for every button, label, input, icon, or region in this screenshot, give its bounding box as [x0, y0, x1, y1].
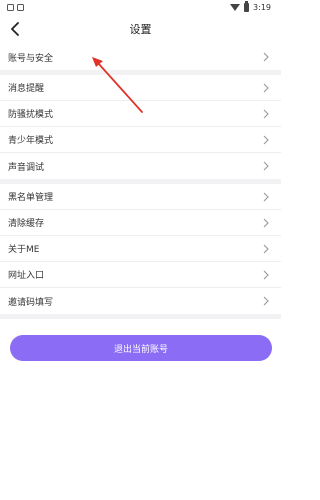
chevron-right-icon: [263, 135, 271, 145]
settings-item-label: 关于ME: [8, 245, 40, 255]
settings-item-blacklist[interactable]: 黑名单管理: [0, 184, 281, 210]
settings-item-label: 邀请码填写: [8, 297, 54, 308]
chevron-right-icon: [263, 52, 271, 62]
notification-square-icon: [17, 3, 24, 11]
chevron-right-icon: [263, 161, 271, 171]
settings-item-account-security[interactable]: 账号与安全: [0, 44, 281, 70]
settings-item-invite-code[interactable]: 邀请码填写: [0, 288, 281, 314]
battery-icon: [244, 1, 250, 12]
settings-item-teen-mode[interactable]: 青少年模式: [0, 127, 281, 153]
chevron-right-icon: [263, 296, 271, 306]
chevron-right-icon: [263, 192, 271, 202]
back-button[interactable]: [6, 18, 24, 40]
notification-icons: [7, 3, 24, 11]
settings-item-label: 账号与安全: [8, 53, 54, 64]
settings-item-label: 网址入口: [8, 271, 45, 281]
chevron-right-icon: [263, 109, 271, 119]
notification-square-icon: [7, 3, 14, 11]
settings-item-url-entry[interactable]: 网址入口: [0, 262, 281, 288]
chevron-right-icon: [263, 218, 271, 228]
chevron-right-icon: [263, 244, 271, 254]
settings-item-message-reminder[interactable]: 消息提醒: [0, 75, 281, 101]
back-arrow-icon: [11, 22, 19, 36]
status-time: 3:19: [253, 2, 271, 12]
nav-bar: 设置: [0, 14, 281, 44]
logout-button[interactable]: 退出当前账号: [10, 335, 272, 361]
settings-item-label: 清除缓存: [8, 219, 45, 229]
settings-group-account: 账号与安全: [0, 44, 281, 75]
status-bar: 3:19: [0, 0, 281, 14]
chevron-right-icon: [263, 83, 271, 93]
settings-item-label: 防骚扰模式: [8, 110, 54, 120]
settings-item-clear-cache[interactable]: 清除缓存: [0, 210, 281, 236]
settings-item-about[interactable]: 关于ME: [0, 236, 281, 262]
wifi-icon: [230, 3, 241, 11]
page-title: 设置: [129, 23, 152, 36]
logout-button-label: 退出当前账号: [113, 344, 168, 355]
settings-item-label: 声音调试: [8, 162, 45, 173]
settings-group-other: 黑名单管理 清除缓存 关于ME 网址入口 邀请码填写: [0, 184, 281, 319]
settings-item-label: 青少年模式: [8, 136, 54, 146]
settings-item-label: 黑名单管理: [8, 193, 54, 203]
settings-item-label: 消息提醒: [8, 84, 45, 94]
settings-item-anti-harassment[interactable]: 防骚扰模式: [0, 101, 281, 127]
settings-item-sound-debug[interactable]: 声音调试: [0, 153, 281, 179]
settings-group-preferences: 消息提醒 防骚扰模式 青少年模式 声音调试: [0, 75, 281, 184]
chevron-right-icon: [263, 270, 271, 280]
